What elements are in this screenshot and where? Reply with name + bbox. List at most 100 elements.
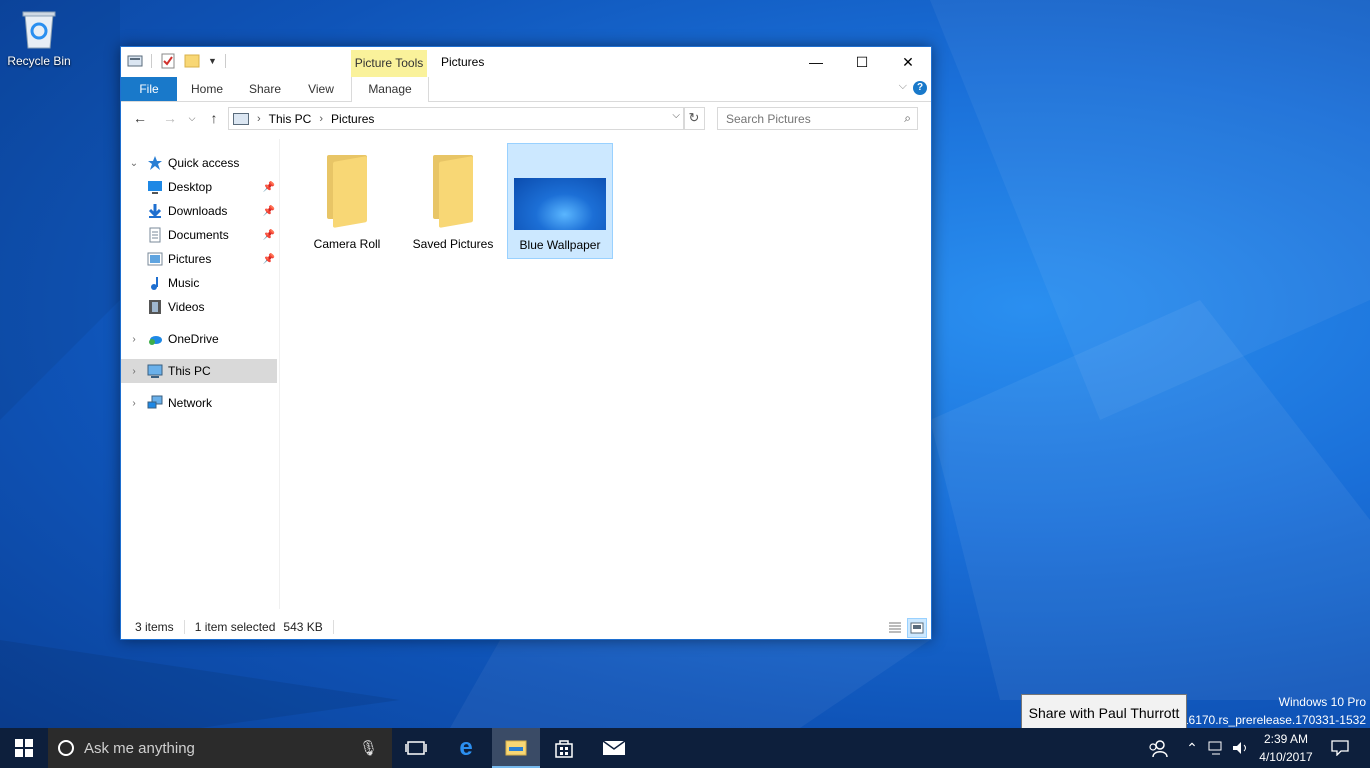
pin-icon[interactable]: 📌 (263, 230, 275, 241)
clock-date: 4/10/2017 (1259, 750, 1313, 764)
pane-divider[interactable] (279, 139, 280, 609)
recycle-bin-shortcut[interactable]: Recycle Bin (4, 6, 74, 68)
mail-icon (602, 740, 626, 755)
recycle-bin-icon (19, 6, 59, 50)
ribbon-expand-chevron-icon[interactable]: ⌵ (899, 80, 907, 93)
people-button[interactable] (1146, 728, 1170, 768)
maximize-button[interactable]: ☐ (839, 47, 885, 77)
help-icon[interactable]: ? (913, 81, 927, 95)
tab-view[interactable]: View (297, 77, 345, 101)
folder-item[interactable]: Camera Roll (295, 143, 399, 257)
collapsed-chevron-icon[interactable]: › (127, 334, 141, 345)
network-tray-icon[interactable] (1206, 728, 1228, 768)
close-button[interactable]: ✕ (885, 47, 931, 77)
breadcrumb-pictures[interactable]: Pictures (331, 112, 374, 126)
address-bar[interactable]: › This PC › Pictures ⌵ (228, 107, 685, 130)
pin-icon[interactable]: 📌 (263, 254, 275, 265)
details-view-icon[interactable] (885, 618, 905, 638)
build-text: d 16170.rs_prerelease.170331-1532 (1171, 713, 1366, 727)
back-arrow-icon[interactable]: ← (131, 109, 149, 127)
breadcrumb-this-pc[interactable]: This PC (269, 112, 312, 126)
start-button[interactable] (0, 728, 48, 768)
store-icon (555, 740, 573, 758)
file-explorer-icon (505, 740, 527, 756)
nav-downloads[interactable]: Downloads 📌 (121, 199, 277, 223)
item-label: Blue Wallpaper (519, 238, 601, 252)
item-label: Camera Roll (313, 237, 381, 251)
pin-icon[interactable]: 📌 (263, 206, 275, 217)
pictures-icon (147, 251, 163, 267)
expanded-chevron-icon[interactable]: ⌄ (127, 158, 141, 169)
action-center-icon[interactable] (1326, 728, 1354, 768)
nav-this-pc[interactable]: › This PC (121, 359, 277, 383)
item-label: Saved Pictures (412, 237, 494, 251)
nav-network[interactable]: › Network (121, 391, 277, 415)
cortana-icon (58, 740, 74, 756)
documents-icon (147, 227, 163, 243)
forward-arrow-icon[interactable]: → (161, 109, 179, 127)
tab-share[interactable]: Share (241, 77, 289, 101)
folder-item[interactable]: Saved Pictures (401, 143, 505, 257)
nav-onedrive[interactable]: › OneDrive (121, 327, 277, 351)
search-box[interactable]: ⌕ (717, 107, 918, 130)
search-input[interactable] (724, 108, 888, 129)
nav-documents[interactable]: Documents 📌 (121, 223, 277, 247)
clock[interactable]: 2:39 AM 4/10/2017 (1256, 730, 1316, 766)
address-dropdown-chevron-icon[interactable]: ⌵ (672, 110, 680, 121)
clock-time: 2:39 AM (1263, 732, 1309, 746)
mail-taskbar-button[interactable] (590, 728, 638, 768)
task-view-button[interactable] (392, 728, 440, 768)
edition-text: Windows 10 Pro (1278, 695, 1366, 709)
onedrive-icon (147, 331, 163, 347)
title-bar: ▼ Picture Tools Pictures — ☐ ✕ (121, 47, 931, 78)
tab-manage[interactable]: Manage (351, 77, 429, 102)
desktop-icon (147, 179, 163, 195)
folder-icon (408, 153, 498, 228)
nav-music[interactable]: Music (121, 271, 277, 295)
nav-label: Network (168, 396, 213, 410)
nav-pictures[interactable]: Pictures 📌 (121, 247, 277, 271)
customize-toolbar-chevron-icon[interactable]: ▼ (208, 56, 217, 66)
navigation-bar: ← → ⌵ ↑ › This PC › Pictures ⌵ ↻ ⌕ (121, 103, 931, 133)
nav-label: Quick access (168, 156, 240, 170)
people-icon (1149, 740, 1168, 757)
quick-access-toolbar: ▼ (127, 53, 226, 69)
cortana-placeholder: Ask me anything (84, 739, 195, 757)
edge-taskbar-button[interactable]: e (442, 728, 490, 768)
taskbar: Ask me anything 🎙 e ⌃ 2:39 AM 4/10/2017 (0, 728, 1370, 768)
nav-videos[interactable]: Videos (121, 295, 277, 319)
tab-home[interactable]: Home (183, 77, 231, 101)
image-file-item[interactable]: Blue Wallpaper (507, 143, 613, 259)
store-taskbar-button[interactable] (540, 728, 588, 768)
selection-status: 1 item selected (194, 620, 276, 634)
up-arrow-icon[interactable]: ↑ (205, 109, 223, 127)
folder-icon (302, 153, 392, 228)
nav-label: Downloads (168, 204, 228, 218)
minimize-button[interactable]: — (793, 47, 839, 77)
pin-icon[interactable]: 📌 (263, 182, 275, 193)
cortana-search-box[interactable]: Ask me anything 🎙 (48, 728, 392, 768)
refresh-icon[interactable]: ↻ (683, 107, 705, 130)
breadcrumb-separator-icon[interactable]: › (257, 113, 261, 125)
microphone-icon[interactable]: 🎙 (359, 739, 378, 757)
file-list: Camera Roll Saved Pictures Blue Wallpape… (281, 135, 929, 613)
file-explorer-taskbar-button[interactable] (492, 728, 540, 768)
window-menu-icon[interactable] (127, 53, 143, 69)
properties-icon[interactable] (160, 53, 176, 69)
collapsed-chevron-icon[interactable]: › (127, 366, 141, 377)
large-icons-view-icon[interactable] (907, 618, 927, 638)
volume-icon[interactable] (1230, 728, 1252, 768)
breadcrumb-separator-icon[interactable]: › (319, 113, 323, 125)
share-tooltip: Share with Paul Thurrott (1021, 694, 1187, 730)
item-count: 3 items (135, 620, 174, 634)
new-folder-icon[interactable] (184, 53, 200, 69)
downloads-icon (147, 203, 163, 219)
nav-label: Music (168, 276, 200, 290)
collapsed-chevron-icon[interactable]: › (127, 398, 141, 409)
tab-file[interactable]: File (121, 77, 177, 101)
nav-desktop[interactable]: Desktop 📌 (121, 175, 277, 199)
nav-quick-access[interactable]: ⌄ Quick access (121, 151, 277, 175)
nav-label: Desktop (168, 180, 213, 194)
show-hidden-icons-chevron-icon[interactable]: ⌃ (1182, 728, 1202, 768)
recent-locations-chevron-icon[interactable]: ⌵ (183, 109, 201, 127)
